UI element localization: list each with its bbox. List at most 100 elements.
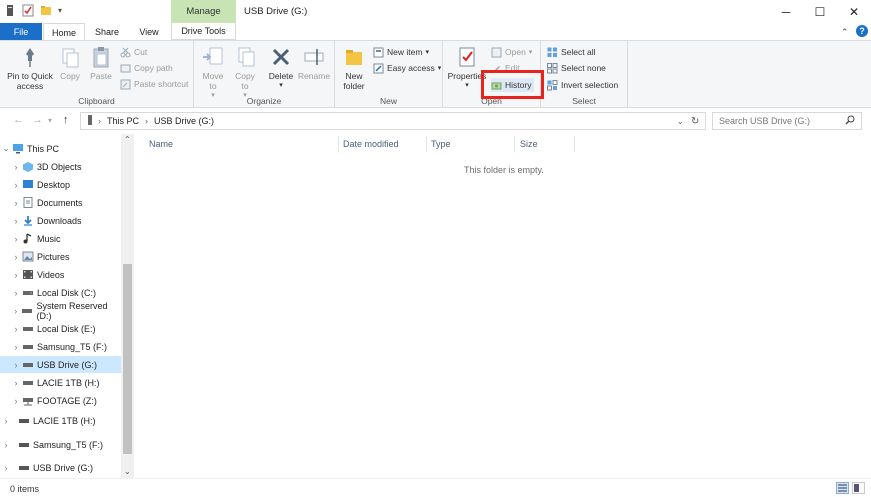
nav-item-usb-drive-g[interactable]: › USB Drive (G:) xyxy=(0,356,121,373)
large-icons-view-icon[interactable] xyxy=(852,482,865,494)
column-divider[interactable] xyxy=(426,136,427,152)
collapsed-arrow-icon[interactable]: › xyxy=(10,234,22,244)
nav-item-3d-objects[interactable]: › 3D Objects xyxy=(0,158,121,175)
nav-item-documents[interactable]: › Documents xyxy=(0,194,121,211)
collapsed-arrow-icon[interactable]: › xyxy=(0,416,12,426)
scroll-down-icon[interactable]: ⌄ xyxy=(124,467,131,476)
breadcrumb-this-pc[interactable]: This PC xyxy=(107,116,139,126)
nav-item-desktop[interactable]: › Desktop xyxy=(0,176,121,193)
tab-view[interactable]: View xyxy=(131,23,167,40)
computer-icon xyxy=(12,143,24,154)
file-list[interactable]: Name Date modified Type Size This folder… xyxy=(134,134,871,478)
easy-access-button[interactable]: Easy access ▾ xyxy=(373,61,441,75)
collapsed-arrow-icon[interactable]: › xyxy=(10,342,22,352)
maximize-button[interactable]: ☐ xyxy=(803,0,837,23)
recent-locations-icon[interactable]: ▾ xyxy=(48,116,52,125)
tab-drive-tools[interactable]: Drive Tools xyxy=(171,23,236,40)
collapsed-arrow-icon[interactable]: › xyxy=(10,252,22,262)
nav-scrollbar[interactable]: ⌃ ⌄ xyxy=(121,134,134,478)
column-header-date-modified[interactable]: Date modified xyxy=(343,139,399,149)
collapsed-arrow-icon[interactable]: › xyxy=(10,306,21,316)
collapsed-arrow-icon[interactable]: › xyxy=(10,288,22,298)
scroll-thumb[interactable] xyxy=(123,264,132,454)
invert-selection-button[interactable]: Invert selection xyxy=(547,78,618,92)
address-bar[interactable]: › This PC › USB Drive (G:) ⌄ ↻ xyxy=(80,112,706,130)
copy-to-button[interactable]: Copy to ▾ xyxy=(232,45,258,101)
back-arrow-icon[interactable]: ← xyxy=(13,114,24,126)
collapsed-arrow-icon[interactable]: › xyxy=(10,378,22,388)
delete-button[interactable]: Delete ▾ xyxy=(267,45,295,91)
nav-label: FOOTAGE (Z:) xyxy=(37,395,97,406)
hard-drive-icon xyxy=(18,415,30,426)
new-group: New folder New item ▾ Easy access ▾ New xyxy=(335,41,443,108)
expanded-arrow-icon[interactable]: ⌄ xyxy=(0,143,12,154)
collapsed-arrow-icon[interactable]: › xyxy=(10,396,22,406)
nav-item-pictures[interactable]: › Pictures xyxy=(0,248,121,265)
select-all-label: Select all xyxy=(561,47,596,57)
minimize-button[interactable]: ─ xyxy=(769,0,803,23)
details-view-icon[interactable] xyxy=(836,482,849,494)
collapsed-arrow-icon[interactable]: › xyxy=(0,440,12,450)
move-to-button[interactable]: Move to ▾ xyxy=(200,45,226,101)
organize-group-label: Organize xyxy=(246,96,282,106)
nav-item-samsung-t5-root[interactable]: › Samsung_T5 (F:) xyxy=(0,436,121,453)
paste-button[interactable]: Paste xyxy=(86,45,116,81)
nav-item-lacie-h[interactable]: › LACIE 1TB (H:) xyxy=(0,374,121,391)
nav-item-system-reserved-d[interactable]: › System Reserved (D:) xyxy=(0,301,121,321)
column-header-type[interactable]: Type xyxy=(431,139,451,149)
new-item-button[interactable]: New item ▾ xyxy=(373,45,429,59)
open-button[interactable]: Open ▾ xyxy=(491,45,532,59)
select-none-button[interactable]: Select none xyxy=(547,61,606,75)
collapsed-arrow-icon[interactable]: › xyxy=(10,270,22,280)
forward-arrow-icon[interactable]: → xyxy=(32,114,43,126)
nav-item-this-pc[interactable]: ⌄ This PC xyxy=(0,140,121,157)
new-folder-button[interactable]: New folder xyxy=(339,45,369,91)
tab-home[interactable]: Home xyxy=(43,23,85,41)
collapsed-arrow-icon[interactable]: › xyxy=(10,324,22,334)
address-dropdown-icon[interactable]: ⌄ xyxy=(677,117,684,126)
nav-item-local-disk-c[interactable]: › Local Disk (C:) xyxy=(0,284,121,301)
rename-button[interactable]: Rename xyxy=(297,45,331,81)
collapsed-arrow-icon[interactable]: › xyxy=(10,360,22,370)
breadcrumb-usb-drive[interactable]: USB Drive (G:) xyxy=(154,116,214,126)
paste-shortcut-button[interactable]: Paste shortcut xyxy=(120,77,188,91)
nav-item-usb-drive-root[interactable]: › USB Drive (G:) xyxy=(0,459,121,476)
collapsed-arrow-icon[interactable]: › xyxy=(10,216,22,226)
search-input[interactable]: Search USB Drive (G:) xyxy=(712,112,862,130)
copy-label: Copy xyxy=(60,71,80,81)
column-header-name[interactable]: Name xyxy=(149,139,173,149)
collapse-ribbon-icon[interactable]: ⌃ xyxy=(841,27,849,38)
collapsed-arrow-icon[interactable]: › xyxy=(10,198,22,208)
nav-item-footage-z[interactable]: › FOOTAGE (Z:) xyxy=(0,392,121,409)
up-arrow-icon[interactable]: ↑ xyxy=(63,114,69,126)
nav-item-samsung-t5-f[interactable]: › Samsung_T5 (F:) xyxy=(0,338,121,355)
cut-button[interactable]: Cut xyxy=(120,45,147,59)
nav-item-music[interactable]: › Music xyxy=(0,230,121,247)
copy-button[interactable]: Copy xyxy=(57,45,83,81)
close-button[interactable]: ✕ xyxy=(837,0,871,23)
customize-toolbar-icon[interactable]: ▾ xyxy=(58,6,62,15)
help-icon[interactable]: ? xyxy=(856,25,868,37)
nav-item-lacie-h-root[interactable]: › LACIE 1TB (H:) xyxy=(0,412,121,429)
column-divider[interactable] xyxy=(338,136,339,152)
copy-path-button[interactable]: Copy path xyxy=(120,61,173,75)
pin-to-quick-access-button[interactable]: Pin to Quick access xyxy=(4,45,56,91)
new-folder-icon[interactable] xyxy=(40,4,52,17)
collapsed-arrow-icon[interactable]: › xyxy=(0,463,12,473)
properties-check-icon[interactable] xyxy=(22,4,34,17)
column-divider[interactable] xyxy=(514,136,515,152)
collapsed-arrow-icon[interactable]: › xyxy=(10,180,22,190)
select-all-button[interactable]: Select all xyxy=(547,45,596,59)
refresh-icon[interactable]: ↻ xyxy=(691,116,699,127)
tab-share[interactable]: Share xyxy=(89,23,125,40)
select-group: Select all Select none Invert selection … xyxy=(541,41,628,108)
nav-item-downloads[interactable]: › Downloads xyxy=(0,212,121,229)
scroll-up-icon[interactable]: ⌃ xyxy=(124,135,131,144)
new-item-icon xyxy=(373,47,384,58)
nav-item-videos[interactable]: › Videos xyxy=(0,266,121,283)
column-divider[interactable] xyxy=(574,136,575,152)
column-header-size[interactable]: Size xyxy=(520,139,538,149)
collapsed-arrow-icon[interactable]: › xyxy=(10,162,22,172)
nav-item-local-disk-e[interactable]: › Local Disk (E:) xyxy=(0,320,121,337)
tab-file[interactable]: File xyxy=(0,23,42,40)
